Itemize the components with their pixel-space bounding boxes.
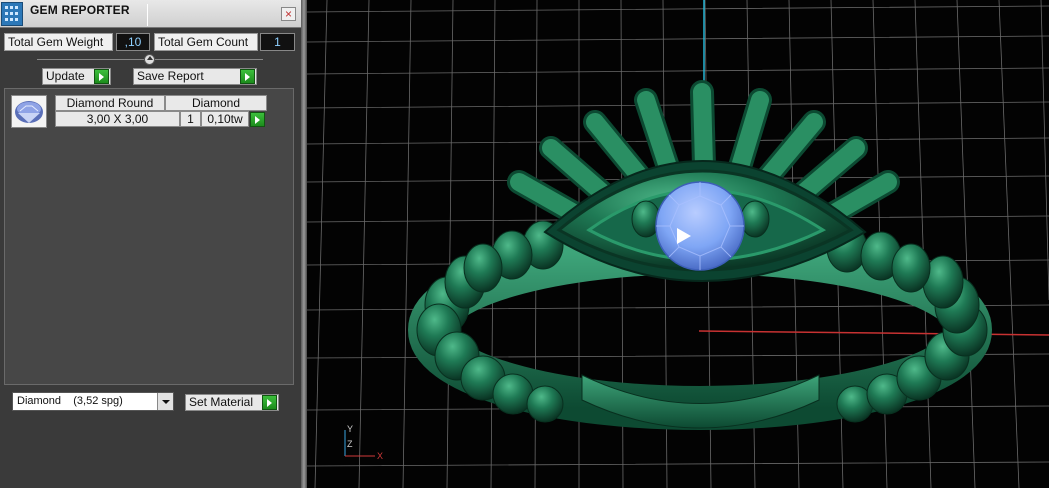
total-gem-weight-label: Total Gem Weight — [4, 33, 113, 51]
panel-titlebar: GEM REPORTER × — [0, 0, 301, 28]
titlebar-separator — [147, 4, 148, 26]
axis-label-y: Y — [347, 424, 353, 434]
save-report-button[interactable]: Save Report — [133, 68, 257, 85]
gem-count-cell: 1 — [180, 111, 201, 127]
panel-title: GEM REPORTER — [30, 3, 130, 17]
x-axis-line — [698, 330, 1049, 336]
set-material-button[interactable]: Set Material — [185, 394, 279, 411]
gem-reporter-panel: GEM REPORTER × Total Gem Weight ,10 Tota… — [0, 0, 301, 488]
viewport-scene: Y Z X — [307, 0, 1049, 488]
axis-label-z: Z — [347, 439, 353, 449]
close-button[interactable]: × — [281, 7, 296, 21]
save-report-button-label: Save Report — [137, 69, 204, 83]
gem-row-arrow-icon[interactable] — [250, 112, 265, 127]
round-diamond-icon — [15, 101, 43, 123]
gem-material-header: Diamond — [165, 95, 267, 111]
axis-label-x: X — [377, 451, 383, 461]
axis-indicator: Y Z X — [344, 424, 383, 461]
gem-thumbnail[interactable] — [11, 95, 47, 128]
total-gem-weight-value: ,10 — [116, 33, 150, 51]
gem-shape-header: Diamond Round — [55, 95, 165, 111]
set-material-arrow-icon — [262, 395, 277, 410]
save-report-arrow-icon — [240, 69, 255, 84]
gem-size-cell: 3,00 X 3,00 — [55, 111, 180, 127]
gem-reporter-app-icon — [1, 2, 23, 26]
total-gem-count-label: Total Gem Count — [154, 33, 258, 51]
3d-viewport[interactable]: Y Z X — [307, 0, 1049, 488]
total-gem-count-value: 1 — [260, 33, 295, 51]
gem-weight-cell: 0,10tw — [201, 111, 249, 127]
material-select[interactable]: Diamond (3,52 spg) — [12, 392, 174, 411]
slider-thumb[interactable] — [144, 54, 155, 65]
update-button-label: Update — [46, 69, 85, 83]
material-select-value: Diamond (3,52 spg) — [17, 395, 123, 407]
update-button[interactable]: Update — [42, 68, 111, 85]
update-arrow-icon — [94, 69, 109, 84]
set-material-button-label: Set Material — [189, 395, 254, 409]
chevron-down-icon — [157, 393, 173, 410]
round-diamond-gem — [655, 181, 745, 271]
gem-list: Diamond Round Diamond 3,00 X 3,00 1 0,10… — [4, 88, 294, 385]
